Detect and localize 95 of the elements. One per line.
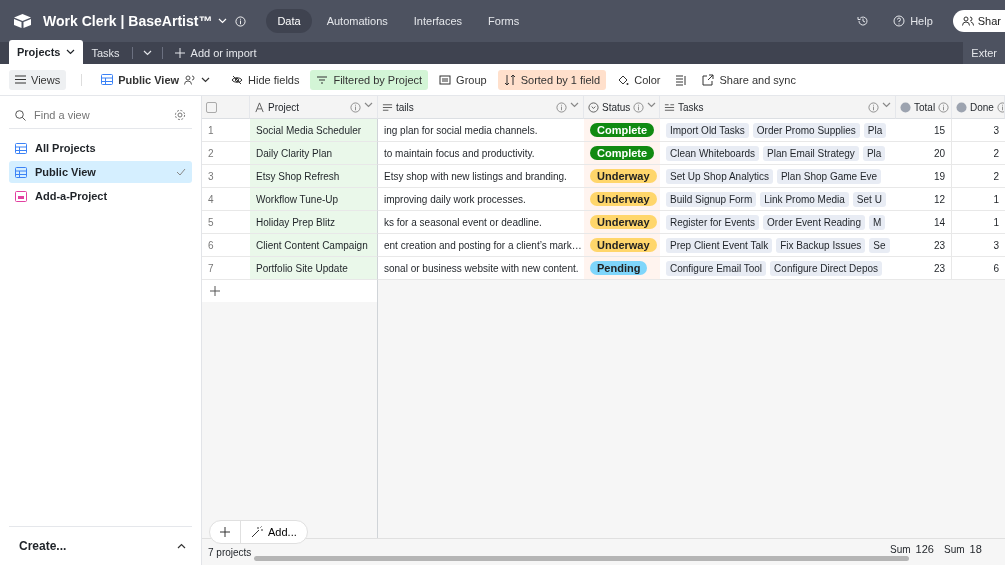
view-switcher[interactable]: Public View: [95, 69, 217, 90]
table-cell: 23: [933, 262, 945, 274]
row-number: 4: [208, 193, 214, 205]
nav-tab[interactable]: Data: [266, 9, 312, 33]
task-chip[interactable]: Order Event Reading: [763, 214, 865, 230]
base-name[interactable]: Work Clerk | BaseArtist™: [43, 13, 213, 29]
task-chip[interactable]: Fix Backup Issues: [776, 237, 866, 253]
table-cell: ent creation and posting for a client’s mark…: [384, 239, 582, 251]
sum-label: Sum: [944, 544, 965, 555]
table-tab[interactable]: Tasks: [83, 42, 128, 64]
status-tag: Underway: [590, 215, 657, 229]
row-number: 3: [208, 170, 214, 182]
table-cell: ks for a seasonal event or deadline.: [384, 216, 542, 228]
status-tag: Underway: [590, 169, 657, 183]
task-chip[interactable]: Plan Shop Game Eve: [776, 168, 882, 184]
table-cell: Holiday Prep Blitz: [256, 216, 335, 228]
table-cell: Daily Clarity Plan: [256, 147, 333, 159]
status-tag: Underway: [590, 238, 657, 252]
task-chip[interactable]: Set Up Shop Analytics: [666, 168, 773, 184]
view-item[interactable]: Public View: [9, 161, 192, 183]
task-chip[interactable]: Configure Email Tool: [666, 260, 767, 276]
table-cell: Etsy Shop Refresh: [256, 170, 340, 182]
share-button[interactable]: Shar: [952, 10, 1005, 32]
color-button[interactable]: Color: [611, 69, 667, 90]
task-chip[interactable]: Se: [869, 237, 890, 253]
task-chip[interactable]: Register for Events: [666, 214, 760, 230]
sum-label: Sum: [890, 544, 911, 555]
table-cell: 3: [993, 124, 999, 136]
table-cell: 1: [993, 193, 999, 205]
table-cell: 2: [993, 170, 999, 182]
table-cell: Etsy shop with new listings and branding.: [384, 170, 567, 182]
table-cell: 1: [993, 216, 999, 228]
table-cell: 6: [993, 262, 999, 274]
table-cell: improving daily work processes.: [384, 193, 526, 205]
table-cell: to maintain focus and productivity.: [384, 147, 535, 159]
task-chip[interactable]: M: [869, 214, 886, 230]
hide-button[interactable]: Hide fields: [225, 69, 306, 90]
column-header[interactable]: Status: [584, 96, 660, 119]
status-tag: Complete: [590, 146, 655, 160]
status-tag: Pending: [590, 261, 648, 275]
table-cell: 23: [933, 239, 945, 251]
sum-value: 126: [915, 543, 934, 555]
view-item[interactable]: Add-a-Project: [9, 185, 192, 207]
group-button[interactable]: Group: [433, 69, 493, 90]
task-chip[interactable]: Build Signup Form: [666, 191, 757, 207]
task-chip[interactable]: Set U: [852, 191, 886, 207]
table-cell: Client Content Campaign: [256, 239, 368, 251]
table-cell: 3: [993, 239, 999, 251]
column-header[interactable]: tails: [378, 96, 584, 119]
table-cell: 2: [993, 147, 999, 159]
view-item[interactable]: All Projects: [9, 137, 192, 159]
column-header[interactable]: Tasks: [660, 96, 896, 119]
row-number: 1: [208, 124, 214, 136]
create-menu[interactable]: Create...: [19, 539, 67, 553]
row-number: 5: [208, 216, 214, 228]
nav-tab[interactable]: Automations: [315, 9, 399, 33]
task-chip[interactable]: Configure Direct Depos: [770, 260, 883, 276]
sum-value: 18: [969, 543, 982, 555]
add-or-import-button[interactable]: Add or import: [166, 42, 265, 64]
task-chip[interactable]: Plan Email Strategy: [763, 145, 859, 161]
task-chip[interactable]: Pla: [862, 145, 886, 161]
extensions-button[interactable]: Exter: [963, 42, 1005, 64]
column-header[interactable]: Project: [250, 96, 378, 119]
table-cell: Social Media Scheduler: [256, 124, 362, 136]
task-chip[interactable]: Prep Client Event Talk: [666, 237, 773, 253]
filter-button[interactable]: Filtered by Project: [310, 69, 429, 90]
row-number: 7: [208, 262, 214, 274]
table-cell: 12: [933, 193, 945, 205]
task-chip[interactable]: Link Promo Media: [760, 191, 849, 207]
table-cell: 14: [933, 216, 945, 228]
table-cell: sonal or business website with new content.: [384, 262, 579, 274]
table-cell: 20: [933, 147, 945, 159]
table-cell: 15: [933, 124, 945, 136]
task-chip[interactable]: Order Promo Supplies: [752, 122, 860, 138]
table-cell: Workflow Tune-Up: [256, 193, 339, 205]
column-header[interactable]: Total: [896, 96, 952, 119]
nav-tab[interactable]: Forms: [477, 9, 531, 33]
row-number: 2: [208, 147, 214, 159]
status-tag: Underway: [590, 192, 657, 206]
table-cell: Portfolio Site Update: [256, 262, 348, 274]
task-chip[interactable]: Clean Whiteboards: [666, 145, 760, 161]
task-chip[interactable]: Pla: [863, 122, 887, 138]
status-tag: Complete: [590, 123, 655, 137]
sort-button[interactable]: Sorted by 1 field: [497, 69, 607, 90]
column-header[interactable]: Done: [952, 96, 1005, 119]
task-chip[interactable]: Import Old Tasks: [666, 122, 749, 138]
record-count: 7 projects: [208, 546, 252, 558]
table-tab[interactable]: Projects: [9, 40, 84, 64]
table-cell: 19: [933, 170, 945, 182]
table-cell: ing plan for social media channels.: [384, 124, 538, 136]
share-button[interactable]: Share and sync: [696, 69, 802, 90]
nav-tab[interactable]: Interfaces: [402, 9, 474, 33]
help-button[interactable]: Help: [887, 11, 939, 31]
row-number: 6: [208, 239, 214, 251]
views-button[interactable]: Views: [9, 69, 67, 90]
